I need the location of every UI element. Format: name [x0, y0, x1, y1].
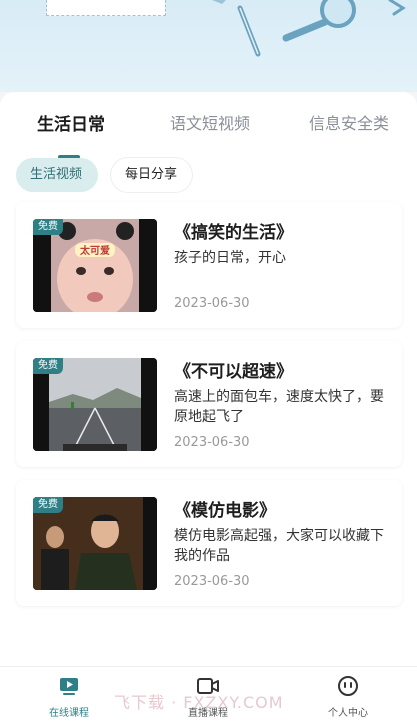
nav-personal-center[interactable]: 个人中心	[308, 675, 388, 719]
play-screen-icon	[60, 678, 78, 695]
banner-illustration	[212, 0, 406, 57]
video-date: 2023-06-30	[174, 296, 250, 311]
video-date: 2023-06-30	[174, 574, 250, 589]
video-card[interactable]: 免费 《模仿电影》 模仿电影高起强，大家可以收藏下我的作品 2023-06-30	[16, 480, 402, 606]
nav-online-course[interactable]: 在线课程	[29, 675, 109, 719]
video-title: 《不可以超速》	[174, 362, 293, 382]
tab-info-security[interactable]: 信息安全类	[309, 110, 389, 134]
tab-chinese-short-video[interactable]: 语文短视频	[170, 110, 250, 134]
thumb-overlay-text: 太可爱	[79, 244, 110, 257]
category-tabs: 生活日常 语文短视频 信息安全类	[0, 110, 417, 159]
free-badge: 免费	[33, 497, 63, 513]
chip-life-video[interactable]: 生活视频	[16, 158, 98, 192]
clip-icon	[388, 0, 406, 16]
video-title: 《模仿电影》	[174, 501, 276, 521]
nav-label: 在线课程	[49, 708, 89, 719]
magnifier-icon	[282, 0, 356, 42]
video-description: 高速上的面包车，速度太快了，要原地起飞了	[174, 389, 384, 425]
video-thumbnail: 免费 太可爱	[33, 219, 157, 312]
pencil-icon	[237, 5, 261, 57]
main-panel: 生活日常 语文短视频 信息安全类 生活视频 每日分享 免费 太可爱 《搞笑的生活…	[0, 92, 417, 666]
video-date: 2023-06-30	[174, 435, 250, 450]
chip-daily-share[interactable]: 每日分享	[111, 158, 192, 192]
smiley-face-icon	[338, 676, 358, 696]
video-thumbnail: 免费	[33, 497, 157, 590]
video-title: 《搞笑的生活》	[174, 223, 293, 243]
free-badge: 免费	[33, 219, 63, 235]
video-card[interactable]: 免费 《不可以超速》 高速上的面包车，速度太快了，要原地起飞了 2023-06-…	[16, 341, 402, 467]
top-banner	[0, 0, 417, 92]
bottom-navigation: 在线课程 直播课程 个人中心 飞下载 · FXZXY.COM	[0, 666, 417, 723]
watermark-text: 飞下载 · FXZXY.COM	[114, 693, 284, 712]
video-thumbnail: 免费	[33, 358, 157, 451]
nav-label: 个人中心	[328, 708, 368, 719]
tab-daily-life[interactable]: 生活日常	[37, 110, 105, 135]
free-badge: 免费	[33, 358, 63, 374]
video-description: 模仿电影高起强，大家可以收藏下我的作品	[174, 528, 384, 564]
video-card[interactable]: 免费 太可爱 《搞笑的生活》 孩子的日常，开心 2023-06-30	[16, 202, 402, 328]
video-description: 孩子的日常，开心	[174, 250, 286, 266]
paper-corner-icon	[212, 0, 226, 4]
